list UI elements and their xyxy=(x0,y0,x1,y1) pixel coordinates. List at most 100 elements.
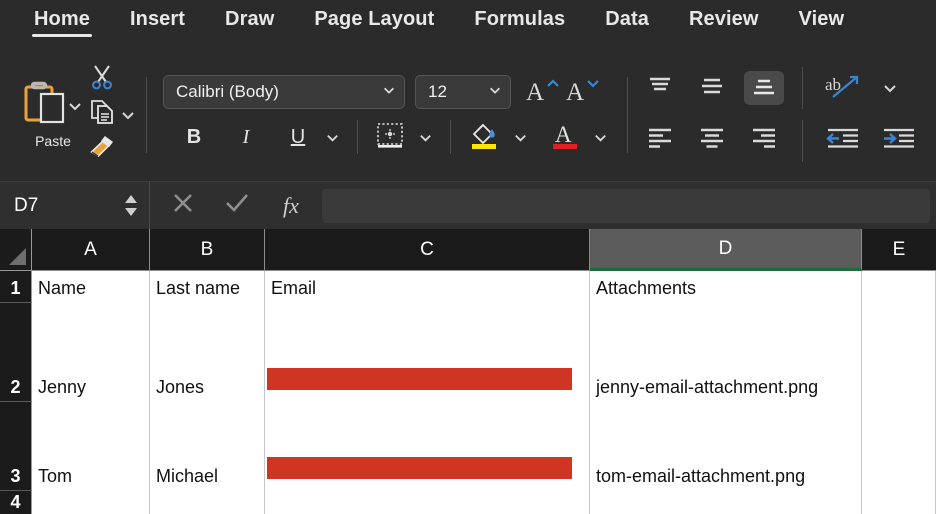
cell-d2[interactable]: jenny-email-attachment.png xyxy=(590,303,862,402)
italic-button[interactable]: I xyxy=(229,121,263,153)
cell-a1[interactable]: Name xyxy=(32,271,150,303)
tab-page-layout[interactable]: Page Layout xyxy=(294,0,454,31)
tab-view-label: View xyxy=(798,8,845,30)
decrease-indent-button[interactable] xyxy=(821,124,865,158)
underline-button[interactable]: U xyxy=(281,121,315,153)
paste-chevron-down-icon[interactable] xyxy=(67,98,83,114)
caret-down-icon xyxy=(125,208,137,216)
cell-c3[interactable] xyxy=(265,402,590,491)
column-header-d[interactable]: D xyxy=(590,229,862,271)
fill-color-icon xyxy=(468,119,500,156)
cell-b4[interactable] xyxy=(150,491,265,514)
cell-a3[interactable]: Tom xyxy=(32,402,150,491)
cell-a4[interactable] xyxy=(32,491,150,514)
cell-e3[interactable] xyxy=(862,402,936,491)
font-color-button[interactable]: A xyxy=(547,121,583,153)
grow-font-button[interactable]: A xyxy=(523,76,563,108)
table-row: Jenny Jones jenny-email-attachment.png xyxy=(32,303,936,402)
tab-view[interactable]: View xyxy=(779,0,865,31)
cell-e1[interactable] xyxy=(862,271,936,303)
align-orientation-divider xyxy=(802,67,803,109)
align-center-button[interactable] xyxy=(692,124,732,158)
svg-text:A: A xyxy=(526,79,544,105)
font-size-select[interactable]: 12 xyxy=(415,75,511,109)
column-header-b[interactable]: B xyxy=(150,229,265,271)
copy-chevron-down-icon[interactable] xyxy=(120,107,136,123)
paste-button[interactable]: Paste xyxy=(20,80,86,149)
column-header-a[interactable]: A xyxy=(32,229,150,271)
enter-formula-button[interactable] xyxy=(210,182,264,230)
align-left-button[interactable] xyxy=(640,124,680,158)
redaction-bar xyxy=(267,457,572,479)
borders-fill-divider xyxy=(450,120,451,154)
cell-b3[interactable]: Michael xyxy=(150,402,265,491)
paste-label: Paste xyxy=(35,133,71,149)
text-orientation-chevron-down-icon[interactable] xyxy=(879,71,901,105)
cell-d4[interactable] xyxy=(590,491,862,514)
tab-draw[interactable]: Draw xyxy=(205,0,294,31)
select-all-corner-icon[interactable] xyxy=(0,229,32,271)
cell-e4[interactable] xyxy=(862,491,936,514)
increase-indent-button[interactable] xyxy=(877,124,921,158)
borders-button[interactable] xyxy=(372,121,408,153)
cell-b1-text: Last name xyxy=(156,278,241,298)
cell-b2[interactable]: Jones xyxy=(150,303,265,402)
font-color-chevron-down-icon[interactable] xyxy=(589,121,611,153)
cell-d1[interactable]: Attachments xyxy=(590,271,862,303)
cell-e2[interactable] xyxy=(862,303,936,402)
row-header-2[interactable]: 2 xyxy=(0,303,32,402)
font-family-select[interactable]: Calibri (Body) xyxy=(163,75,405,109)
cell-c1[interactable]: Email xyxy=(265,271,590,303)
caret-up-icon xyxy=(125,195,137,203)
scissors-icon xyxy=(88,63,116,96)
spreadsheet-grid: A B C D E 1 2 3 4 Name Last name Email A… xyxy=(0,229,936,514)
row-header-1[interactable]: 1 xyxy=(0,271,32,303)
tab-home[interactable]: Home xyxy=(14,0,110,37)
name-box[interactable]: D7 xyxy=(0,181,150,230)
cell-a2[interactable]: Jenny xyxy=(32,303,150,402)
grid-body: 1 2 3 4 Name Last name Email Attachments… xyxy=(0,271,936,514)
row-header-3[interactable]: 3 xyxy=(0,402,32,491)
align-top-button[interactable] xyxy=(640,71,680,105)
column-header-e[interactable]: E xyxy=(862,229,936,271)
format-painter-button[interactable] xyxy=(88,135,116,165)
cell-c4[interactable] xyxy=(265,491,590,514)
svg-text:A: A xyxy=(566,79,584,105)
shrink-font-button[interactable]: A xyxy=(563,76,603,108)
align-bottom-button[interactable] xyxy=(744,71,784,105)
bold-button[interactable]: B xyxy=(177,121,211,153)
tab-review[interactable]: Review xyxy=(669,0,779,31)
column-header-e-label: E xyxy=(892,238,906,260)
row-header-4[interactable]: 4 xyxy=(0,491,32,514)
alignment-group: ab xyxy=(640,67,921,162)
vertical-align-row: ab xyxy=(640,67,921,109)
ribbon-tab-bar: Home Insert Draw Page Layout Formulas Da… xyxy=(0,0,936,48)
cancel-formula-button[interactable] xyxy=(156,182,210,230)
grid-cells: Name Last name Email Attachments Jenny J… xyxy=(32,271,936,514)
tab-formulas[interactable]: Formulas xyxy=(454,0,585,31)
align-middle-button[interactable] xyxy=(692,71,732,105)
align-right-button[interactable] xyxy=(744,124,784,158)
paste-icon-row xyxy=(23,80,83,131)
fill-color-button[interactable] xyxy=(465,121,503,153)
cell-a1-text: Name xyxy=(38,278,87,298)
cell-b1[interactable]: Last name xyxy=(150,271,265,303)
borders-chevron-down-icon[interactable] xyxy=(414,121,436,153)
name-box-stepper[interactable] xyxy=(123,194,139,217)
cell-d3[interactable]: tom-email-attachment.png xyxy=(590,402,862,491)
tab-insert[interactable]: Insert xyxy=(110,0,205,31)
font-size-value: 12 xyxy=(428,82,447,101)
cut-button[interactable] xyxy=(88,65,116,95)
align-left-icon xyxy=(646,127,674,156)
insert-function-button[interactable]: fx xyxy=(264,182,318,230)
underline-chevron-down-icon[interactable] xyxy=(321,121,343,153)
cell-d3-text: tom-email-attachment.png xyxy=(596,466,806,486)
column-header-c[interactable]: C xyxy=(265,229,590,271)
text-orientation-button[interactable]: ab xyxy=(821,71,867,105)
fill-color-chevron-down-icon[interactable] xyxy=(509,121,531,153)
cell-c1-text: Email xyxy=(271,278,317,298)
tab-data[interactable]: Data xyxy=(585,0,669,31)
copy-button[interactable] xyxy=(88,100,136,130)
cell-c2[interactable] xyxy=(265,303,590,402)
formula-input[interactable] xyxy=(322,188,930,223)
